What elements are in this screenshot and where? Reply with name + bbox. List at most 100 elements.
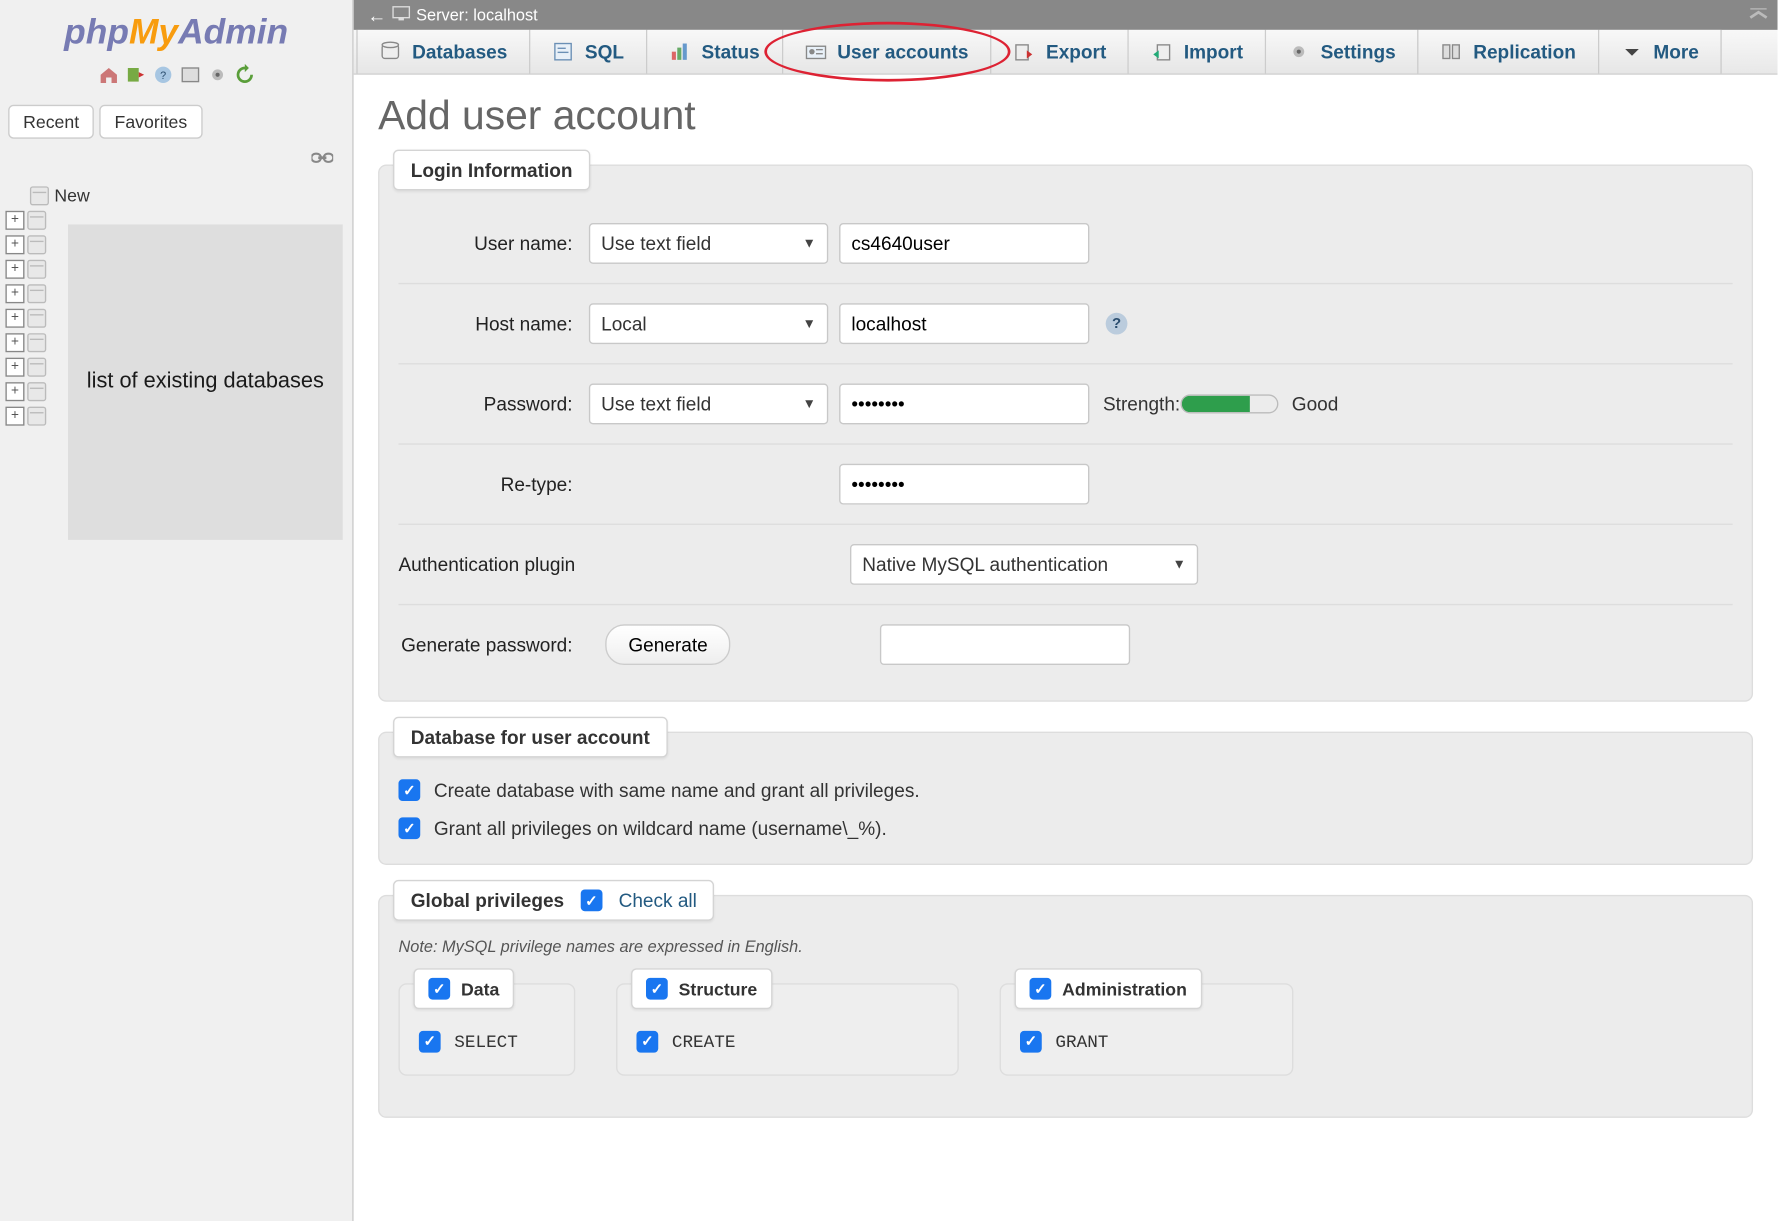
expand-icon[interactable]: +: [5, 382, 24, 401]
checkbox-priv-select[interactable]: ✓: [419, 1031, 441, 1053]
checkbox-priv-grant[interactable]: ✓: [1020, 1031, 1042, 1053]
help-icon[interactable]: ?: [1106, 313, 1128, 335]
page-title: Add user account: [378, 94, 1753, 140]
username-input[interactable]: [839, 223, 1089, 264]
expand-icon[interactable]: +: [5, 333, 24, 352]
priv-group-label: Administration: [1062, 979, 1187, 999]
tab-user-accounts[interactable]: User accounts: [783, 30, 992, 74]
expand-icon[interactable]: +: [5, 235, 24, 254]
global-legend: Global privileges ✓ Check all: [393, 880, 715, 921]
expand-icon[interactable]: +: [5, 211, 24, 230]
tab-user-accounts-icon: [805, 41, 827, 63]
database-icon: [27, 407, 46, 426]
authplugin-label: Authentication plugin: [398, 554, 839, 576]
username-mode-select[interactable]: Use text field▼: [589, 223, 828, 264]
database-icon: [27, 309, 46, 328]
tab-settings[interactable]: Settings: [1266, 30, 1419, 74]
link-icon[interactable]: [0, 147, 352, 177]
password-input[interactable]: [839, 384, 1089, 425]
priv-group-label: Data: [461, 979, 499, 999]
tab-databases[interactable]: Databases: [356, 30, 530, 74]
expand-icon[interactable]: +: [5, 407, 24, 426]
checkbox-group-data[interactable]: ✓: [428, 978, 450, 1000]
global-note: Note: MySQL privilege names are expresse…: [398, 937, 1732, 956]
priv-group-structure: ✓ Structure ✓ CREATE: [616, 983, 959, 1075]
strength-bar: [1180, 394, 1278, 413]
genpass-label: Generate password:: [398, 634, 588, 656]
home-icon[interactable]: [97, 64, 119, 86]
database-icon: [30, 186, 49, 205]
checkbox-createdb[interactable]: ✓: [398, 779, 420, 801]
hostname-mode-select[interactable]: Local▼: [589, 303, 828, 344]
tab-recent[interactable]: Recent: [8, 105, 94, 139]
tab-import[interactable]: Import: [1129, 30, 1266, 74]
strength-label: Strength:: [1103, 393, 1180, 415]
tab-label: More: [1653, 41, 1698, 63]
tab-replication-icon: [1441, 41, 1463, 63]
tab-label: User accounts: [837, 41, 968, 63]
logo: phpMyAdmin: [0, 0, 352, 58]
chevron-down-icon: ▼: [1172, 557, 1185, 572]
server-icon: [392, 4, 411, 26]
database-icon: [27, 235, 46, 254]
login-panel: Login Information User name: Use text fi…: [378, 165, 1753, 702]
check-all-link[interactable]: Check all: [619, 889, 697, 911]
tab-databases-icon: [379, 41, 401, 63]
tree-new[interactable]: New: [5, 182, 352, 208]
database-icon: [27, 260, 46, 279]
wildcard-label: Grant all privileges on wildcard name (u…: [434, 817, 887, 839]
tab-more[interactable]: More: [1599, 30, 1722, 74]
retype-input[interactable]: [839, 464, 1089, 505]
back-button[interactable]: ←: [362, 4, 392, 26]
tab-favorites[interactable]: Favorites: [100, 105, 203, 139]
checkbox-group-admin[interactable]: ✓: [1030, 978, 1052, 1000]
reload-icon[interactable]: [233, 64, 255, 86]
tab-export[interactable]: Export: [992, 30, 1130, 74]
checkbox-group-structure[interactable]: ✓: [646, 978, 668, 1000]
password-label: Password:: [398, 393, 588, 415]
tab-more-icon: [1621, 41, 1643, 63]
tab-replication[interactable]: Replication: [1419, 30, 1599, 74]
username-label: User name:: [398, 233, 588, 255]
tab-label: Export: [1046, 41, 1106, 63]
priv-label: SELECT: [454, 1032, 518, 1052]
checkbox-wildcard[interactable]: ✓: [398, 817, 420, 839]
tab-label: Import: [1184, 41, 1243, 63]
login-legend: Login Information: [393, 150, 590, 191]
database-icon: [27, 333, 46, 352]
tab-label: Databases: [412, 41, 507, 63]
tree-new-label: New: [52, 185, 90, 205]
tab-label: Status: [702, 41, 760, 63]
expand-icon[interactable]: +: [5, 284, 24, 303]
tab-sql[interactable]: SQL: [530, 30, 647, 74]
retype-label: Re-type:: [398, 473, 588, 495]
strength-text: Good: [1292, 393, 1339, 415]
db-panel: Database for user account ✓ Create datab…: [378, 732, 1753, 865]
database-icon: [27, 382, 46, 401]
checkbox-checkall[interactable]: ✓: [580, 889, 602, 911]
generate-button[interactable]: Generate: [605, 624, 731, 665]
expand-icon[interactable]: +: [5, 309, 24, 328]
database-icon: [27, 211, 46, 230]
help-icon[interactable]: ?: [152, 64, 174, 86]
database-icon: [27, 284, 46, 303]
priv-label: GRANT: [1055, 1032, 1108, 1052]
authplugin-select[interactable]: Native MySQL authentication▼: [850, 544, 1198, 585]
global-panel: Global privileges ✓ Check all Note: MySQ…: [378, 895, 1753, 1118]
priv-group-data: ✓ Data ✓ SELECT: [398, 983, 575, 1075]
gear-icon[interactable]: [206, 64, 228, 86]
exit-icon[interactable]: [124, 64, 146, 86]
password-mode-select[interactable]: Use text field▼: [589, 384, 828, 425]
sql-icon[interactable]: [179, 64, 201, 86]
hostname-input[interactable]: [839, 303, 1089, 344]
tab-export-icon: [1013, 41, 1035, 63]
collapse-icon[interactable]: [1748, 4, 1770, 26]
checkbox-priv-create[interactable]: ✓: [636, 1031, 658, 1053]
generated-password-input[interactable]: [880, 624, 1130, 665]
tab-status-icon: [669, 41, 691, 63]
tab-status[interactable]: Status: [647, 30, 783, 74]
chevron-down-icon: ▼: [803, 316, 816, 331]
priv-label: CREATE: [672, 1032, 736, 1052]
expand-icon[interactable]: +: [5, 358, 24, 377]
expand-icon[interactable]: +: [5, 260, 24, 279]
